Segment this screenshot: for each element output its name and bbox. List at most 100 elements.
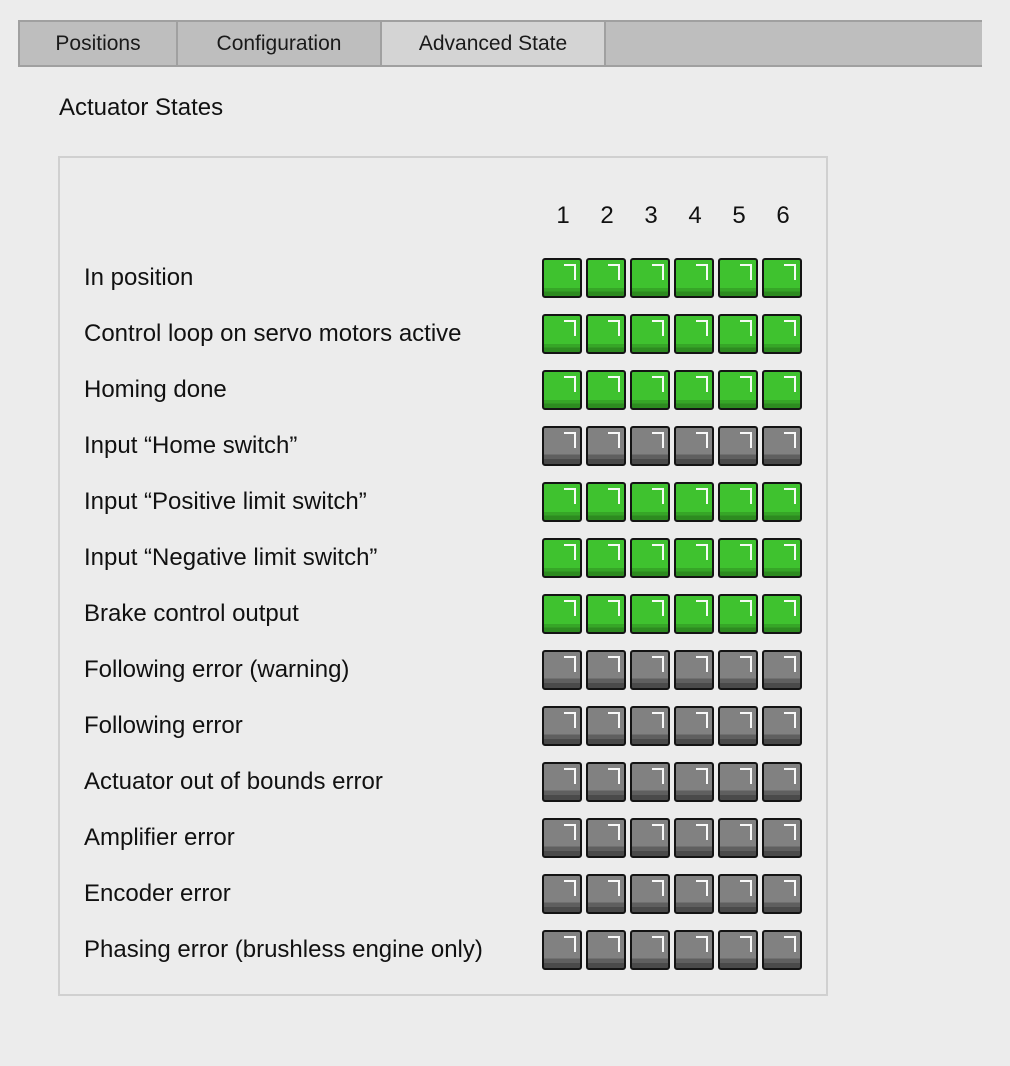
led-indicator-off (586, 650, 626, 690)
led-indicator-off (762, 650, 802, 690)
led-indicator-on (674, 370, 714, 410)
led-indicator-on (718, 538, 758, 578)
led-indicator-off (718, 706, 758, 746)
led-indicator-on (586, 594, 626, 634)
led-indicator-off (762, 930, 802, 970)
led-indicator-off (674, 930, 714, 970)
led-indicator-off (542, 650, 582, 690)
led-group (542, 426, 806, 466)
led-indicator-off (674, 706, 714, 746)
led-indicator-off (542, 706, 582, 746)
led-indicator-on (762, 258, 802, 298)
state-row: Input “Negative limit switch” (84, 537, 806, 579)
led-indicator-on (674, 258, 714, 298)
led-indicator-off (586, 930, 626, 970)
state-label: Amplifier error (84, 824, 235, 851)
state-label: In position (84, 264, 194, 291)
state-label: Following error (warning) (84, 656, 350, 683)
led-indicator-off (762, 762, 802, 802)
led-indicator-on (718, 258, 758, 298)
led-indicator-off (630, 650, 670, 690)
state-label: Phasing error (brushless engine only) (84, 936, 483, 963)
state-row: Actuator out of bounds error (84, 761, 806, 803)
led-indicator-off (586, 706, 626, 746)
led-group (542, 650, 806, 690)
led-group (542, 874, 806, 914)
state-row: Encoder error (84, 873, 806, 915)
tab-bar: Positions Configuration Advanced State (18, 20, 982, 67)
led-indicator-off (674, 874, 714, 914)
led-group (542, 258, 806, 298)
led-indicator-off (718, 426, 758, 466)
led-indicator-on (674, 594, 714, 634)
led-indicator-off (586, 818, 626, 858)
state-label: Homing done (84, 376, 227, 403)
led-indicator-on (586, 258, 626, 298)
led-indicator-off (718, 930, 758, 970)
led-indicator-on (762, 482, 802, 522)
led-indicator-on (542, 258, 582, 298)
led-indicator-off (674, 762, 714, 802)
led-indicator-on (542, 594, 582, 634)
led-indicator-on (586, 370, 626, 410)
column-headers: 1 2 3 4 5 6 (541, 202, 805, 236)
state-row: Amplifier error (84, 817, 806, 859)
led-indicator-off (762, 426, 802, 466)
led-indicator-on (762, 314, 802, 354)
state-label: Input “Positive limit switch” (84, 488, 367, 515)
led-indicator-on (674, 538, 714, 578)
led-indicator-off (762, 874, 802, 914)
column-header: 6 (776, 202, 790, 229)
led-indicator-on (542, 314, 582, 354)
led-indicator-on (762, 538, 802, 578)
state-row: Phasing error (brushless engine only) (84, 929, 806, 971)
led-indicator-on (542, 538, 582, 578)
led-indicator-on (630, 370, 670, 410)
state-row: Control loop on servo motors active (84, 313, 806, 355)
led-indicator-on (630, 594, 670, 634)
state-row: Brake control output (84, 593, 806, 635)
tab-configuration[interactable]: Configuration (176, 22, 380, 65)
state-row: Homing done (84, 369, 806, 411)
led-indicator-off (674, 650, 714, 690)
led-indicator-on (586, 314, 626, 354)
led-indicator-on (718, 482, 758, 522)
column-header: 3 (644, 202, 658, 229)
column-header: 5 (732, 202, 746, 229)
led-indicator-off (542, 818, 582, 858)
led-group (542, 538, 806, 578)
led-indicator-off (762, 706, 802, 746)
led-indicator-on (718, 594, 758, 634)
led-indicator-off (630, 706, 670, 746)
led-indicator-off (586, 426, 626, 466)
led-indicator-on (542, 482, 582, 522)
column-header: 4 (688, 202, 702, 229)
led-group (542, 482, 806, 522)
tab-positions[interactable]: Positions (18, 22, 176, 65)
led-indicator-off (586, 762, 626, 802)
led-indicator-on (762, 594, 802, 634)
led-indicator-off (630, 874, 670, 914)
led-group (542, 930, 806, 970)
led-indicator-on (718, 370, 758, 410)
led-group (542, 314, 806, 354)
led-indicator-on (762, 370, 802, 410)
led-indicator-on (630, 258, 670, 298)
led-indicator-on (542, 370, 582, 410)
led-indicator-on (630, 538, 670, 578)
state-row: Input “Home switch” (84, 425, 806, 467)
tab-advanced-state[interactable]: Advanced State (380, 22, 606, 65)
state-label: Actuator out of bounds error (84, 768, 383, 795)
state-label: Encoder error (84, 880, 231, 907)
led-indicator-off (630, 762, 670, 802)
led-indicator-on (718, 314, 758, 354)
led-indicator-off (542, 874, 582, 914)
state-label: Input “Negative limit switch” (84, 544, 378, 571)
column-header: 2 (600, 202, 614, 229)
led-indicator-off (542, 930, 582, 970)
led-indicator-off (718, 874, 758, 914)
led-indicator-off (542, 762, 582, 802)
state-row: Following error (warning) (84, 649, 806, 691)
led-group (542, 594, 806, 634)
led-indicator-off (542, 426, 582, 466)
